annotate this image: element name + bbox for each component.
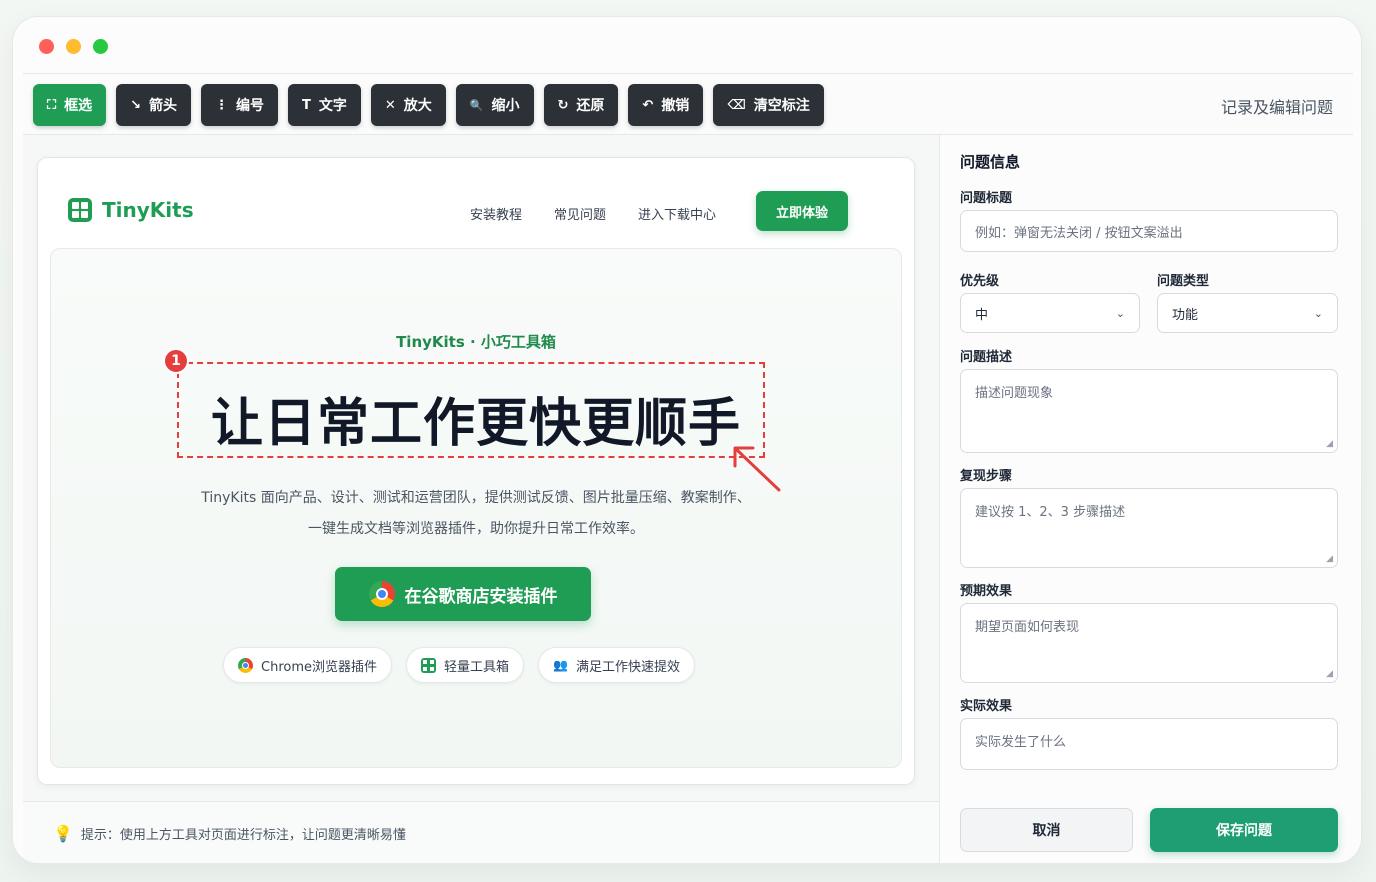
clear-icon: ⌫ bbox=[727, 97, 746, 113]
site-header: TinyKits 安装教程 常见问题 进入下载中心 立即体验 bbox=[38, 158, 914, 248]
resize-handle-icon[interactable]: ◢ bbox=[1326, 669, 1333, 679]
logo-text: TinyKits bbox=[102, 198, 194, 222]
app-window: ⛶ 框选 ↘ 箭头 ⋮ 编号 T 文字 ✕ 放大 🔍 缩小 ↻ 还原 ↶ 撤销 … bbox=[12, 16, 1362, 864]
description-textarea[interactable]: 描述问题现象 ◢ bbox=[960, 369, 1338, 453]
placeholder-text: 描述问题现象 bbox=[975, 386, 1054, 401]
pill-productivity[interactable]: 👥 满足工作快速提效 bbox=[538, 647, 695, 683]
actual-label: 实际效果 bbox=[960, 699, 1013, 714]
hero-section: TinyKits · 小巧工具箱 让日常工作更快更顺手 1 TinyKits 面… bbox=[50, 248, 902, 768]
tool-number-button[interactable]: ⋮ 编号 bbox=[201, 84, 279, 126]
panel-header-title: 记录及编辑问题 bbox=[1220, 98, 1333, 117]
description-label: 问题描述 bbox=[960, 350, 1013, 365]
tool-label: 放大 bbox=[403, 98, 432, 114]
arrow-icon: ↘ bbox=[130, 97, 142, 113]
tool-label: 撤销 bbox=[661, 98, 690, 114]
tool-label: 清空标注 bbox=[753, 98, 810, 114]
issue-type-label: 问题类型 bbox=[1157, 274, 1210, 289]
expected-textarea[interactable]: 期望页面如何表现 ◢ bbox=[960, 603, 1338, 683]
hero-description: TinyKits 面向产品、设计、测试和运营团队，提供测试反馈、图片批量压缩、教… bbox=[51, 483, 901, 545]
undo-icon: ↶ bbox=[642, 97, 654, 113]
grid-logo-icon bbox=[68, 198, 92, 222]
grid-icon bbox=[421, 657, 436, 673]
close-window-button[interactable] bbox=[39, 39, 54, 54]
pill-label: 轻量工具箱 bbox=[444, 659, 510, 675]
tool-select-button[interactable]: ⛶ 框选 bbox=[33, 84, 107, 126]
cancel-button[interactable]: 取消 bbox=[960, 808, 1133, 852]
select-box-icon: ⛶ bbox=[47, 97, 57, 113]
minimize-window-button[interactable] bbox=[66, 39, 81, 54]
issue-title-label: 问题标题 bbox=[960, 191, 1013, 206]
page-preview: TinyKits 安装教程 常见问题 进入下载中心 立即体验 TinyKits … bbox=[37, 157, 915, 785]
actual-textarea[interactable]: 实际发生了什么 bbox=[960, 718, 1338, 770]
tool-label: 文字 bbox=[318, 98, 347, 114]
pill-label: Chrome浏览器插件 bbox=[261, 659, 377, 675]
issue-form-panel: 问题信息 问题标题 例如：弹窗无法关闭 / 按钮文案溢出 优先级 中 ⌄ 问题类… bbox=[939, 135, 1353, 863]
number-icon: ⋮ bbox=[215, 97, 229, 113]
annotation-rectangle[interactable] bbox=[177, 362, 765, 458]
issue-type-value: 功能 bbox=[1172, 307, 1199, 323]
tool-text-button[interactable]: T 文字 bbox=[288, 84, 361, 126]
tool-label: 编号 bbox=[236, 98, 265, 114]
install-extension-button[interactable]: 在谷歌商店安装插件 bbox=[335, 567, 591, 621]
pill-lightweight-toolbox[interactable]: 轻量工具箱 bbox=[406, 647, 525, 683]
feature-pills: Chrome浏览器插件 轻量工具箱 👥 满足工作快速提效 bbox=[223, 647, 695, 683]
tool-undo-button[interactable]: ↶ 撤销 bbox=[628, 84, 704, 126]
priority-value: 中 bbox=[975, 307, 989, 323]
placeholder-text: 建议按 1、2、3 步骤描述 bbox=[975, 505, 1126, 520]
nav-faq[interactable]: 常见问题 bbox=[554, 204, 606, 223]
nav-install-guide[interactable]: 安装教程 bbox=[470, 204, 522, 223]
try-now-button[interactable]: 立即体验 bbox=[756, 191, 848, 231]
placeholder-text: 例如：弹窗无法关闭 / 按钮文案溢出 bbox=[975, 225, 1183, 241]
priority-select[interactable]: 中 ⌄ bbox=[960, 293, 1140, 333]
lightbulb-icon: 💡 bbox=[53, 824, 73, 843]
expected-label: 预期效果 bbox=[960, 584, 1013, 599]
hint-text: 提示：使用上方工具对页面进行标注，让问题更清晰易懂 bbox=[80, 828, 406, 843]
hero-description-line: 一键生成文档等浏览器插件，助你提升日常工作效率。 bbox=[308, 521, 644, 537]
resize-handle-icon[interactable]: ◢ bbox=[1326, 554, 1333, 564]
issue-type-select[interactable]: 功能 ⌄ bbox=[1157, 293, 1338, 333]
chevron-down-icon: ⌄ bbox=[1115, 306, 1125, 320]
zoom-in-icon: ✕ bbox=[384, 97, 396, 113]
chrome-icon bbox=[368, 581, 395, 607]
tool-label: 缩小 bbox=[491, 98, 520, 114]
nav-download-center[interactable]: 进入下载中心 bbox=[638, 204, 716, 223]
resize-handle-icon[interactable]: ◢ bbox=[1326, 439, 1333, 449]
hint-bar: 💡 提示：使用上方工具对页面进行标注，让问题更清晰易懂 bbox=[23, 801, 939, 863]
zoom-out-icon: 🔍 bbox=[469, 98, 484, 112]
annotation-canvas: TinyKits 安装教程 常见问题 进入下载中心 立即体验 TinyKits … bbox=[23, 135, 939, 863]
pill-chrome-extension[interactable]: Chrome浏览器插件 bbox=[223, 647, 392, 683]
chrome-icon bbox=[238, 657, 253, 673]
site-logo[interactable]: TinyKits bbox=[68, 198, 194, 222]
annotation-toolbar: ⛶ 框选 ↘ 箭头 ⋮ 编号 T 文字 ✕ 放大 🔍 缩小 ↻ 还原 ↶ 撤销 … bbox=[23, 73, 1353, 135]
tool-reset-button[interactable]: ↻ 还原 bbox=[543, 84, 619, 126]
tool-clear-button[interactable]: ⌫ 清空标注 bbox=[713, 84, 824, 126]
text-icon: T bbox=[302, 97, 311, 113]
placeholder-text: 期望页面如何表现 bbox=[975, 620, 1080, 635]
save-issue-button[interactable]: 保存问题 bbox=[1150, 808, 1338, 852]
repro-steps-label: 复现步骤 bbox=[960, 469, 1013, 484]
maximize-window-button[interactable] bbox=[93, 39, 108, 54]
cta-label: 在谷歌商店安装插件 bbox=[404, 586, 558, 607]
reset-icon: ↻ bbox=[557, 97, 569, 113]
tool-label: 框选 bbox=[64, 98, 93, 114]
tool-label: 箭头 bbox=[149, 98, 178, 114]
users-icon: 👥 bbox=[553, 658, 568, 672]
tool-zoom-out-button[interactable]: 🔍 缩小 bbox=[455, 84, 534, 126]
panel-title: 问题信息 bbox=[960, 153, 1021, 171]
pill-label: 满足工作快速提效 bbox=[575, 659, 680, 675]
repro-steps-textarea[interactable]: 建议按 1、2、3 步骤描述 ◢ bbox=[960, 488, 1338, 568]
priority-label: 优先级 bbox=[960, 274, 1000, 289]
tool-label: 还原 bbox=[576, 98, 605, 114]
issue-title-input[interactable]: 例如：弹窗无法关闭 / 按钮文案溢出 bbox=[960, 210, 1338, 252]
tool-zoom-in-button[interactable]: ✕ 放大 bbox=[370, 84, 446, 126]
tool-arrow-button[interactable]: ↘ 箭头 bbox=[116, 84, 192, 126]
site-nav: 安装教程 常见问题 进入下载中心 bbox=[470, 204, 716, 223]
annotation-number-badge[interactable]: 1 bbox=[163, 348, 189, 374]
placeholder-text: 实际发生了什么 bbox=[975, 735, 1067, 750]
chevron-down-icon: ⌄ bbox=[1313, 306, 1323, 320]
hero-description-line: TinyKits 面向产品、设计、测试和运营团队，提供测试反馈、图片批量压缩、教… bbox=[201, 490, 751, 506]
window-controls bbox=[39, 39, 108, 54]
